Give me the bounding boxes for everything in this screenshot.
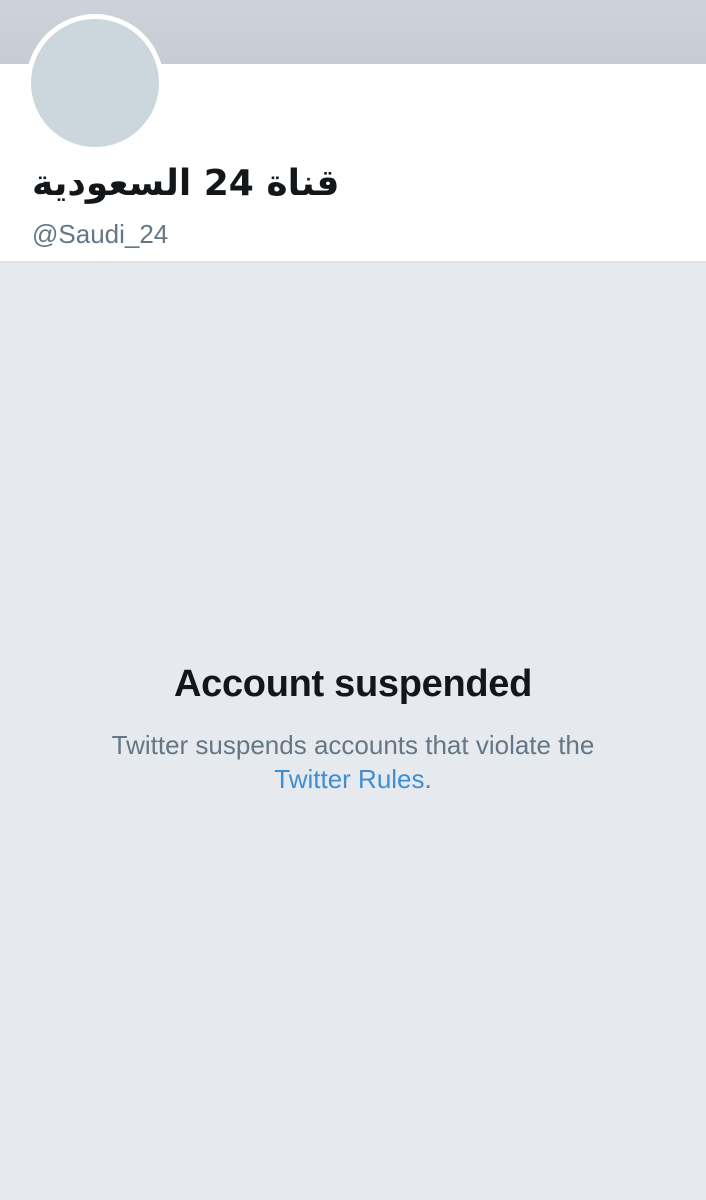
suspension-message: Twitter suspends accounts that violate t… — [0, 728, 706, 796]
profile-handle: @Saudi_24 — [32, 219, 169, 249]
header-divider — [0, 261, 706, 263]
profile-avatar[interactable] — [26, 14, 164, 152]
twitter-rules-link[interactable]: Twitter Rules — [274, 764, 424, 794]
suspension-title: Account suspended — [173, 663, 533, 705]
suspension-notice: Account suspended Twitter suspends accou… — [0, 656, 706, 796]
profile-display-name: قناة 24 السعودية — [32, 163, 340, 204]
profile-header: قناة 24 السعودية @Saudi_24 — [0, 14, 706, 261]
suspension-message-text: Twitter suspends accounts that violate t… — [111, 730, 595, 760]
suspension-trailing-period: . — [424, 764, 432, 794]
